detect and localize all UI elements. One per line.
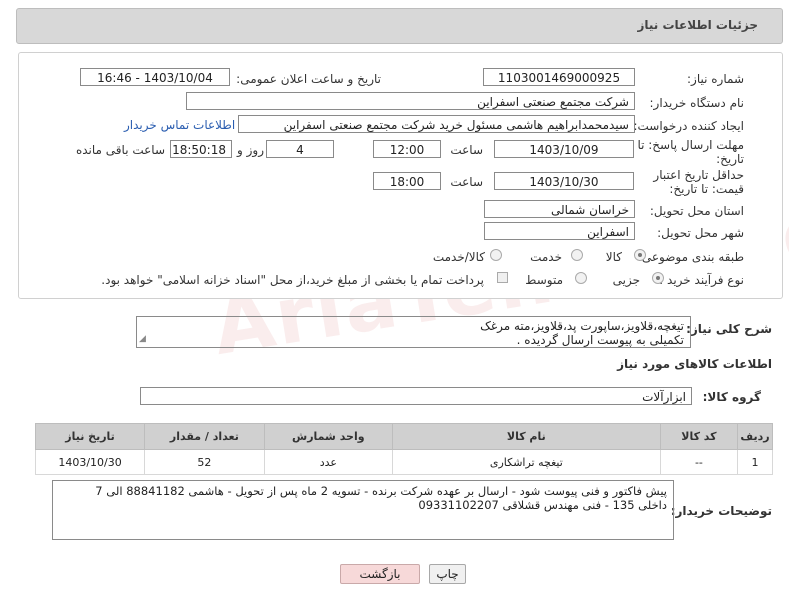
deadline-label: مهلت ارسال پاسخ: تا تاریخ: (637, 138, 744, 166)
announce-field: 1403/10/04 - 16:46 (80, 68, 230, 86)
page-header: جزئیات اطلاعات نیاز (16, 8, 783, 44)
price-validity-label: حداقل تاریخ اعتبار قیمت: تا تاریخ: (653, 168, 744, 196)
remaining-time-label: ساعت باقی مانده (75, 143, 165, 157)
process-option-medium: متوسط (525, 273, 563, 287)
goods-table: ردیف کد کالا نام کالا واحد شمارش تعداد /… (34, 423, 773, 475)
category-radio-goods[interactable] (634, 249, 646, 261)
cell-name: تیغچه تراشکاری (391, 449, 661, 475)
price-validity-time-label: ساعت (450, 175, 483, 189)
buyer-org-label: نام دستگاه خریدار: (649, 96, 745, 110)
process-option-minor: جزیی (612, 273, 640, 287)
need-number-field: 1103001469000925 (483, 68, 635, 86)
cell-date: 1403/10/30 (34, 449, 146, 475)
table-row: 1 -- تیغچه تراشکاری عدد 52 1403/10/30 (34, 449, 773, 475)
cell-code: -- (659, 449, 739, 475)
price-validity-date-field: 1403/10/30 (494, 172, 634, 190)
goods-group-label: گروه کالا: (702, 390, 761, 404)
city-field: اسفراین (484, 222, 635, 240)
buyer-contact-link[interactable]: اطلاعات تماس خریدار (124, 118, 235, 132)
buyer-org-field: شرکت مجتمع صنعتی اسفراین (186, 92, 635, 110)
col-date: تاریخ نیاز (34, 423, 146, 450)
category-label: طبقه بندی موضوعی: (637, 250, 744, 264)
description-line-2: تکمیلی به پیوست ارسال گردیده . (516, 333, 684, 347)
deadline-time-label: ساعت (450, 143, 483, 157)
days-remaining-field: 4 (266, 140, 334, 158)
days-label: روز و (237, 143, 264, 157)
col-name: نام کالا (391, 423, 661, 450)
province-field: خراسان شمالی (484, 200, 635, 218)
description-label: شرح کلی نیاز: (686, 322, 772, 336)
process-label: نوع فرآیند خرید : (659, 273, 744, 287)
buyer-notes-textarea[interactable]: پیش فاکتور و فنی پیوست شود - ارسال بر عه… (52, 480, 674, 540)
city-label: شهر محل تحویل: (657, 226, 744, 240)
goods-table-header: ردیف کد کالا نام کالا واحد شمارش تعداد /… (34, 423, 773, 450)
description-line-1: تیغچه،قلاویز،ساپورت پد،قلاویز،مته مرغک (480, 319, 684, 333)
requester-field: سیدمحمدابراهیم هاشمی مسئول خرید شرکت مجت… (238, 115, 635, 133)
category-option-goods: کالا (605, 250, 622, 264)
resize-grip-icon[interactable]: ◢ (139, 332, 146, 346)
goods-group-field: ابزارآلات (140, 387, 692, 405)
cell-index: 1 (737, 449, 773, 475)
back-button[interactable]: بازگشت (340, 564, 420, 584)
col-qty: تعداد / مقدار (144, 423, 265, 450)
cell-unit: عدد (263, 449, 393, 475)
category-radio-service[interactable] (571, 249, 583, 261)
announce-label: تاریخ و ساعت اعلان عمومی: (236, 72, 381, 86)
requester-label: ایجاد کننده درخواست: (633, 119, 744, 133)
category-radio-goods-service[interactable] (490, 249, 502, 261)
price-validity-time-field: 18:00 (373, 172, 441, 190)
description-textarea[interactable]: تیغچه،قلاویز،ساپورت پد،قلاویز،مته مرغک ت… (136, 316, 691, 348)
deadline-date-field: 1403/10/09 (494, 140, 634, 158)
buyer-notes-line-2: داخلی 135 - فنی مهندس قشلاقی 09331102207 (418, 498, 667, 512)
need-number-label: شماره نیاز: (687, 72, 744, 86)
treasury-checkbox[interactable] (497, 272, 508, 283)
province-label: استان محل تحویل: (649, 204, 744, 218)
cell-qty: 52 (144, 449, 265, 475)
page-title: جزئیات اطلاعات نیاز (637, 18, 758, 32)
deadline-time-field: 12:00 (373, 140, 441, 158)
col-unit: واحد شمارش (263, 423, 393, 450)
treasury-note: پرداخت تمام یا بخشی از مبلغ خرید،از محل … (101, 273, 484, 287)
print-button[interactable]: چاپ (429, 564, 466, 584)
process-radio-medium[interactable] (575, 272, 587, 284)
col-index: ردیف (737, 423, 773, 450)
goods-section-title: اطلاعات کالاهای مورد نیاز (617, 357, 772, 371)
process-radio-minor[interactable] (652, 272, 664, 284)
category-option-service: خدمت (530, 250, 562, 264)
col-code: کد کالا (659, 423, 739, 450)
buyer-notes-line-1: پیش فاکتور و فنی پیوست شود - ارسال بر عه… (95, 484, 667, 498)
category-option-goods-service: کالا/خدمت (432, 250, 485, 264)
remaining-time-field: 18:50:18 (170, 140, 232, 158)
buyer-notes-label: توضیحات خریدار: (670, 504, 772, 518)
